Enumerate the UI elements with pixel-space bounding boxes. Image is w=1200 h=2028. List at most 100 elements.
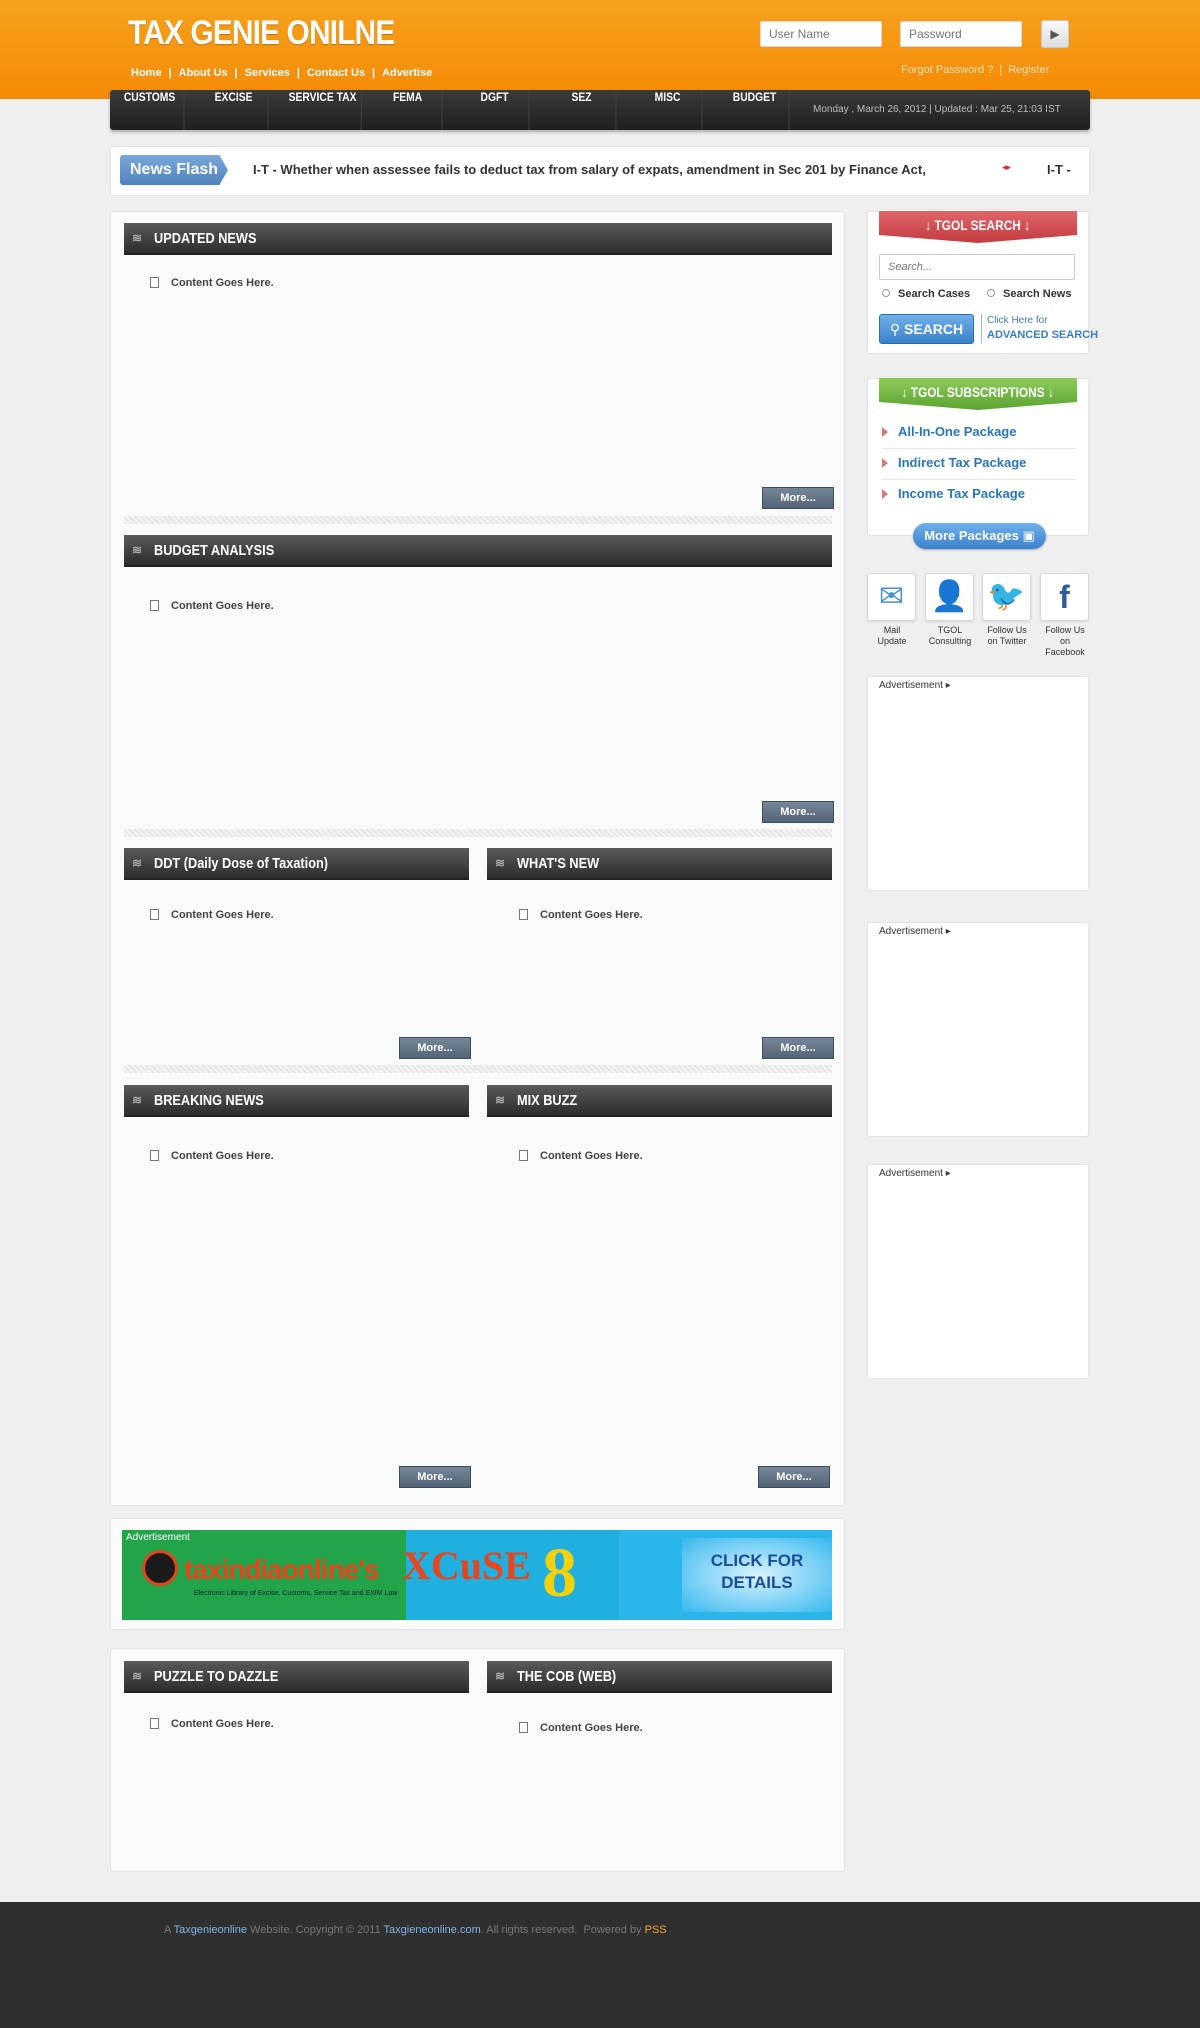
news-flash-bar: News Flash I-T - Whether when assessee f… bbox=[110, 146, 1090, 196]
document-icon bbox=[150, 1718, 159, 1729]
news-flash-next-text[interactable]: I-T - bbox=[1047, 162, 1071, 177]
layers-icon: ≋ bbox=[132, 1669, 143, 1683]
document-icon bbox=[150, 277, 159, 288]
news-nav-arrows-icon[interactable]: ◂▸ bbox=[1002, 162, 1011, 173]
breaking-news-header: ≋ BREAKING NEWS bbox=[124, 1085, 469, 1117]
sidebar-ad-1[interactable] bbox=[867, 676, 1089, 891]
package-all-in-one-link[interactable]: All-In-One Package bbox=[882, 424, 1076, 449]
whats-new-header: ≋ WHAT'S NEW bbox=[487, 848, 832, 880]
layers-icon: ≋ bbox=[132, 543, 143, 557]
layers-icon: ≋ bbox=[495, 856, 506, 870]
date-updated-text: Monday , March 26, 2012 | Updated : Mar … bbox=[813, 104, 1061, 115]
magnifier-icon: ⚲ bbox=[889, 321, 905, 337]
search-news-radio[interactable]: Search News bbox=[987, 288, 1071, 300]
forgot-password-link[interactable]: Forgot Password ? bbox=[901, 64, 993, 76]
mail-icon: ✉ bbox=[867, 573, 916, 621]
search-cases-radio[interactable]: Search Cases bbox=[882, 288, 970, 300]
cob-header: ≋ THE COB (WEB) bbox=[487, 1661, 832, 1693]
document-icon bbox=[150, 600, 159, 611]
nav-sez[interactable]: SEZ bbox=[548, 90, 617, 130]
advanced-search-link[interactable]: Click Here for ADVANCED SEARCH bbox=[981, 314, 1098, 343]
consulting-icon: 👤 bbox=[925, 573, 974, 621]
budget-analysis-more-button[interactable]: More... bbox=[762, 801, 834, 823]
search-input[interactable] bbox=[879, 254, 1075, 280]
site-footer bbox=[0, 1902, 1200, 2028]
package-indirect-tax-link[interactable]: Indirect Tax Package bbox=[882, 455, 1076, 480]
news-flash-label: News Flash bbox=[120, 155, 228, 185]
nav-advertise-link[interactable]: Advertise bbox=[382, 67, 432, 79]
banner-brand: taxindiaonline's bbox=[184, 1554, 379, 1585]
footer-pss-link[interactable]: PSS bbox=[645, 1924, 667, 1936]
mix-buzz-header: ≋ MIX BUZZ bbox=[487, 1085, 832, 1117]
site-header: TAX GENIE ONILNE Home | About Us | Services |… bbox=[0, 0, 1200, 99]
tgol-consulting-tile[interactable]: 👤 TGOL Consulting bbox=[925, 573, 975, 647]
layers-icon: ≋ bbox=[132, 856, 143, 870]
register-link[interactable]: Register bbox=[1008, 64, 1049, 76]
mix-buzz-more-button[interactable]: More... bbox=[758, 1466, 830, 1488]
mail-update-tile[interactable]: ✉ Mail Update bbox=[867, 573, 917, 647]
password-input[interactable] bbox=[900, 21, 1022, 47]
banner-ad-label: Advertisement bbox=[126, 1532, 190, 1543]
banner-tagline: Electronic Library of Excise, Customs, S… bbox=[194, 1590, 398, 1597]
site-logo[interactable]: TAX GENIE ONILNE bbox=[128, 14, 395, 53]
sidebar-ad-2[interactable] bbox=[867, 922, 1089, 1137]
banner-cta[interactable]: CLICK FOR DETAILS bbox=[682, 1538, 832, 1612]
facebook-icon: f bbox=[1040, 573, 1089, 621]
divider bbox=[124, 516, 832, 524]
updated-news-more-button[interactable]: More... bbox=[762, 487, 834, 509]
mix-buzz-content: Content Goes Here. bbox=[519, 1150, 643, 1162]
footer-site-link[interactable]: Taxgenieonline bbox=[174, 1924, 247, 1936]
news-flash-text[interactable]: I-T - Whether when assessee fails to ded… bbox=[253, 162, 926, 177]
nav-excise[interactable]: EXCISE bbox=[200, 90, 269, 130]
nav-service-tax[interactable]: SERVICE TAX bbox=[284, 90, 362, 130]
breaking-news-content: Content Goes Here. bbox=[150, 1150, 274, 1162]
document-icon bbox=[150, 1150, 159, 1161]
layers-icon: ≋ bbox=[495, 1093, 506, 1107]
nav-customs[interactable]: CUSTOMS bbox=[116, 90, 185, 130]
nav-services-link[interactable]: Services bbox=[245, 67, 290, 79]
radio-circle-icon bbox=[987, 289, 995, 297]
login-submit-button[interactable]: ▶ bbox=[1041, 20, 1069, 48]
sidebar-ad-2-label: Advertisement ▸ bbox=[879, 926, 951, 937]
login-links: Forgot Password ? | Register bbox=[901, 64, 1050, 76]
document-icon bbox=[519, 909, 528, 920]
updated-news-content: Content Goes Here. bbox=[150, 277, 274, 289]
document-icon bbox=[150, 909, 159, 920]
nav-about-link[interactable]: About Us bbox=[179, 67, 228, 79]
nav-misc[interactable]: MISC bbox=[634, 90, 703, 130]
xcuse-banner[interactable]: Advertisement taxindiaonline's XCuSE Ele… bbox=[122, 1530, 832, 1620]
footer-copyright: A Taxgenieonline Website. Copyright © 20… bbox=[164, 1924, 667, 1936]
nav-budget[interactable]: BUDGET bbox=[721, 90, 790, 130]
updated-news-header: ≋ UPDATED NEWS bbox=[124, 223, 832, 255]
nav-dgft[interactable]: DGFT bbox=[461, 90, 530, 130]
sidebar-ad-3-label: Advertisement ▸ bbox=[879, 1168, 951, 1179]
cob-content: Content Goes Here. bbox=[519, 1722, 643, 1734]
radio-circle-icon bbox=[882, 289, 890, 297]
banner-eight-icon: 8 bbox=[542, 1535, 577, 1612]
layers-icon: ≋ bbox=[132, 231, 143, 245]
play-arrow-icon: ▶ bbox=[1050, 27, 1060, 41]
main-nav: CUSTOMS EXCISE SERVICE TAX FEMA DGFT SEZ… bbox=[110, 90, 1090, 130]
more-packages-button[interactable]: More Packages ▣ bbox=[913, 523, 1046, 549]
footer-domain-link[interactable]: Taxgieneonline.com bbox=[384, 1924, 481, 1936]
document-icon bbox=[519, 1722, 528, 1733]
ddt-more-button[interactable]: More... bbox=[399, 1037, 471, 1059]
whats-new-more-button[interactable]: More... bbox=[762, 1037, 834, 1059]
search-button[interactable]: ⚲ SEARCH bbox=[879, 314, 974, 344]
package-income-tax-link[interactable]: Income Tax Package bbox=[882, 486, 1076, 510]
twitter-tile[interactable]: 🐦 Follow Us on Twitter bbox=[982, 573, 1032, 647]
layers-icon: ≋ bbox=[132, 1093, 143, 1107]
twitter-icon: 🐦 bbox=[982, 573, 1031, 621]
nav-contact-link[interactable]: Contact Us bbox=[307, 67, 365, 79]
nav-fema[interactable]: FEMA bbox=[374, 90, 443, 130]
box-icon: ▣ bbox=[1022, 528, 1035, 543]
breaking-news-more-button[interactable]: More... bbox=[399, 1466, 471, 1488]
facebook-tile[interactable]: f Follow Us on Facebook bbox=[1040, 573, 1090, 658]
puzzle-content: Content Goes Here. bbox=[150, 1718, 274, 1730]
username-input[interactable] bbox=[760, 21, 882, 47]
sidebar-ad-3[interactable] bbox=[867, 1164, 1089, 1379]
document-icon bbox=[519, 1150, 528, 1161]
top-nav: Home | About Us | Services | Contact Us | Advert… bbox=[131, 67, 433, 79]
nav-home-link[interactable]: Home bbox=[131, 67, 162, 79]
layers-icon: ≋ bbox=[495, 1669, 506, 1683]
